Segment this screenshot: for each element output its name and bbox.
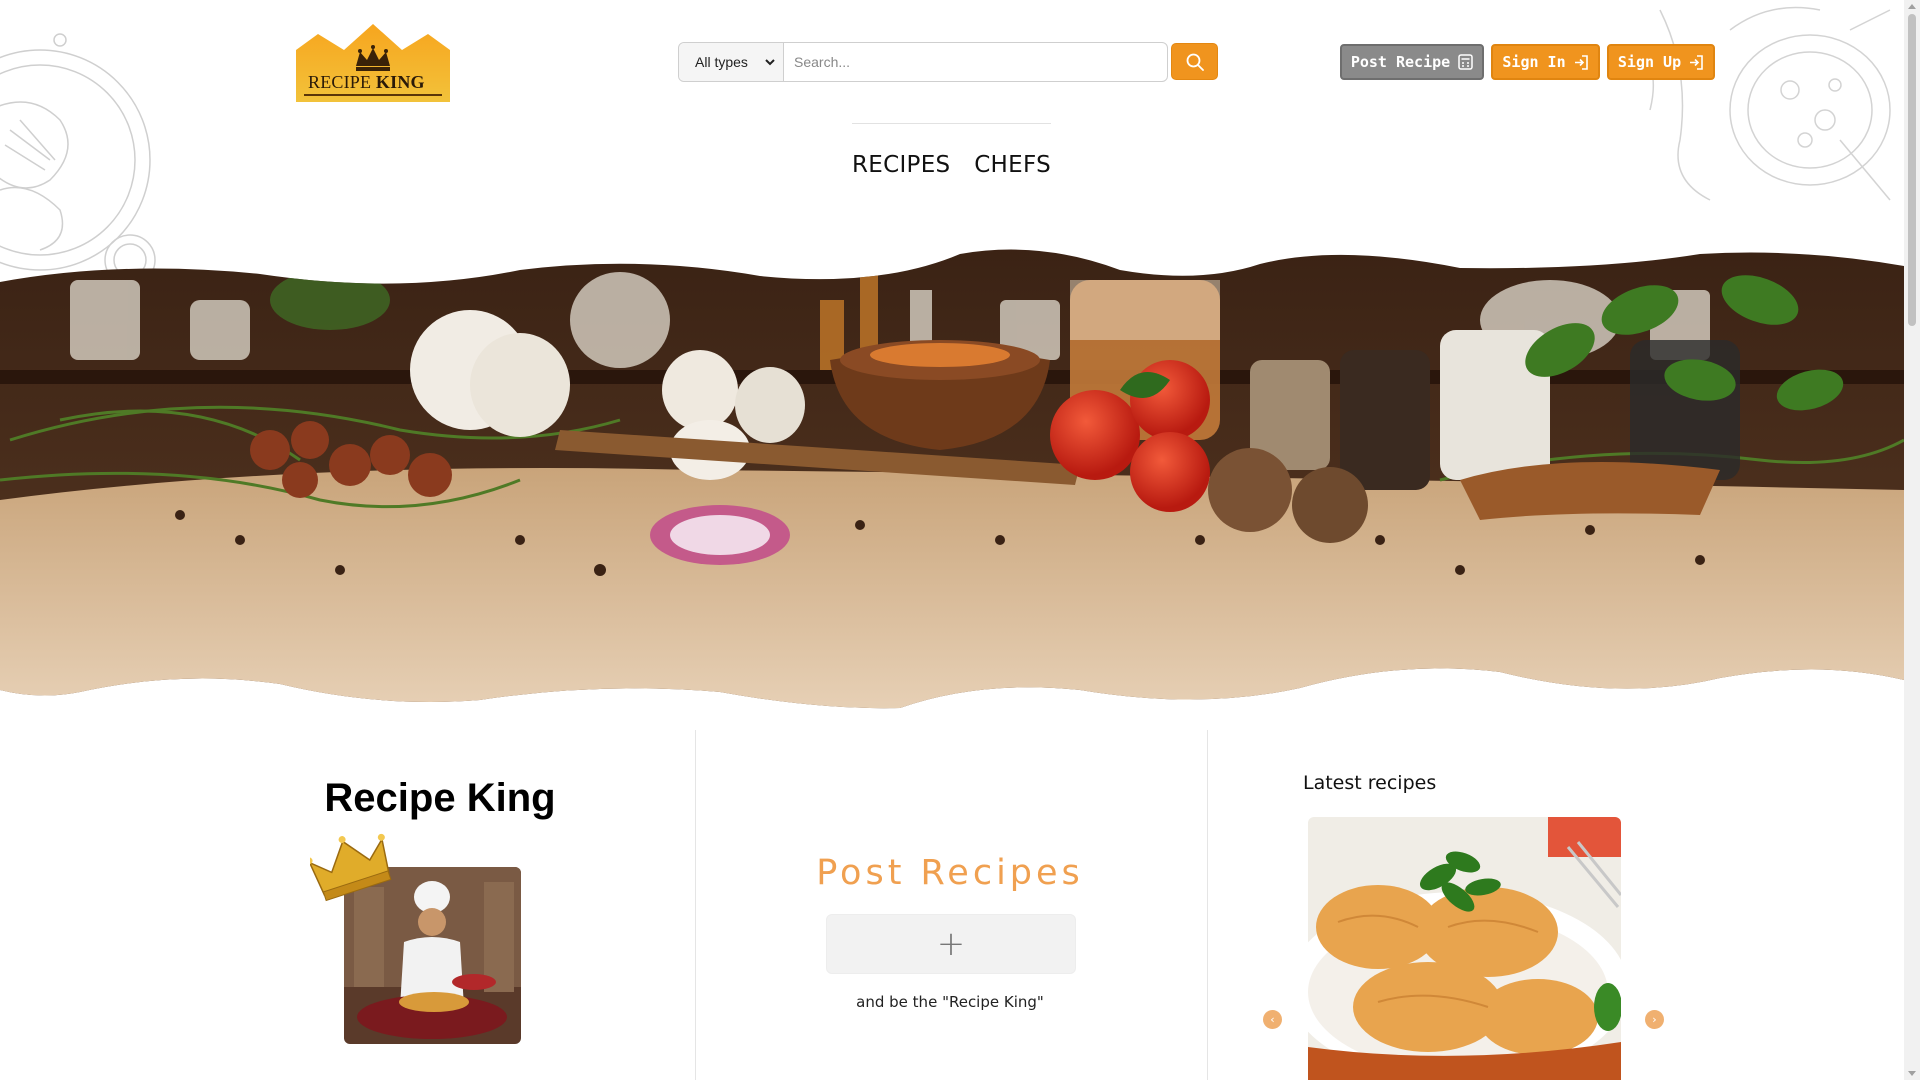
section-divider	[1207, 730, 1208, 1080]
chevron-down-icon	[765, 58, 775, 65]
sign-in-icon	[1690, 54, 1703, 70]
sign-in-icon	[1574, 54, 1588, 70]
plus-icon: +	[936, 924, 966, 964]
chevron-right-icon: ›	[1652, 1013, 1657, 1026]
chef-portrait-group	[310, 830, 525, 1045]
section-divider	[695, 730, 696, 1080]
main-nav: RECIPES CHEFS	[852, 123, 1051, 178]
latest-recipes-title: Latest recipes	[1303, 772, 1437, 794]
sign-in-label: Sign In	[1502, 53, 1566, 71]
nav-recipes[interactable]: RECIPES	[852, 152, 950, 178]
carousel-next-button[interactable]: ›	[1645, 1010, 1664, 1029]
hero-kitchen-banner	[0, 249, 1904, 709]
search-input[interactable]	[784, 43, 1167, 81]
post-recipe-button[interactable]: Post Recipe	[1340, 44, 1484, 80]
scroll-up-icon[interactable]	[1908, 4, 1916, 9]
about-title: Recipe King	[324, 776, 556, 820]
search-bar: All types	[678, 42, 1168, 82]
add-recipe-button[interactable]: +	[826, 914, 1076, 974]
sign-up-label: Sign Up	[1617, 53, 1682, 71]
calculator-icon	[1458, 54, 1473, 70]
sign-in-button[interactable]: Sign In	[1491, 44, 1600, 80]
logo-underline	[304, 94, 442, 96]
chevron-left-icon: ‹	[1270, 1013, 1275, 1026]
search-icon	[1186, 53, 1204, 71]
carousel-prev-button[interactable]: ‹	[1263, 1010, 1282, 1029]
search-button[interactable]	[1171, 43, 1218, 80]
sign-up-button[interactable]: Sign Up	[1607, 44, 1715, 80]
nav-chefs[interactable]: CHEFS	[974, 152, 1051, 178]
post-recipes-subtitle: and be the "Recipe King"	[856, 993, 1044, 1011]
page-scrollbar[interactable]	[1904, 0, 1920, 1080]
recipe-king-logo[interactable]: RECIPE KING	[296, 22, 450, 102]
scroll-thumb[interactable]	[1908, 14, 1916, 326]
scroll-down-icon[interactable]	[1908, 1071, 1916, 1076]
logo-word-king: KING	[375, 72, 425, 92]
type-select-value: All types	[695, 54, 748, 70]
gold-crown-icon	[310, 833, 392, 902]
latest-recipe-image[interactable]	[1308, 817, 1621, 1080]
type-select[interactable]: All types	[679, 43, 784, 81]
logo-word-recipe: RECIPE	[308, 72, 372, 92]
site-header: RECIPE KING All types Post Recipe Sign I…	[0, 0, 1904, 178]
post-recipes-title: Post Recipes	[816, 853, 1084, 893]
post-recipe-label: Post Recipe	[1350, 53, 1451, 71]
